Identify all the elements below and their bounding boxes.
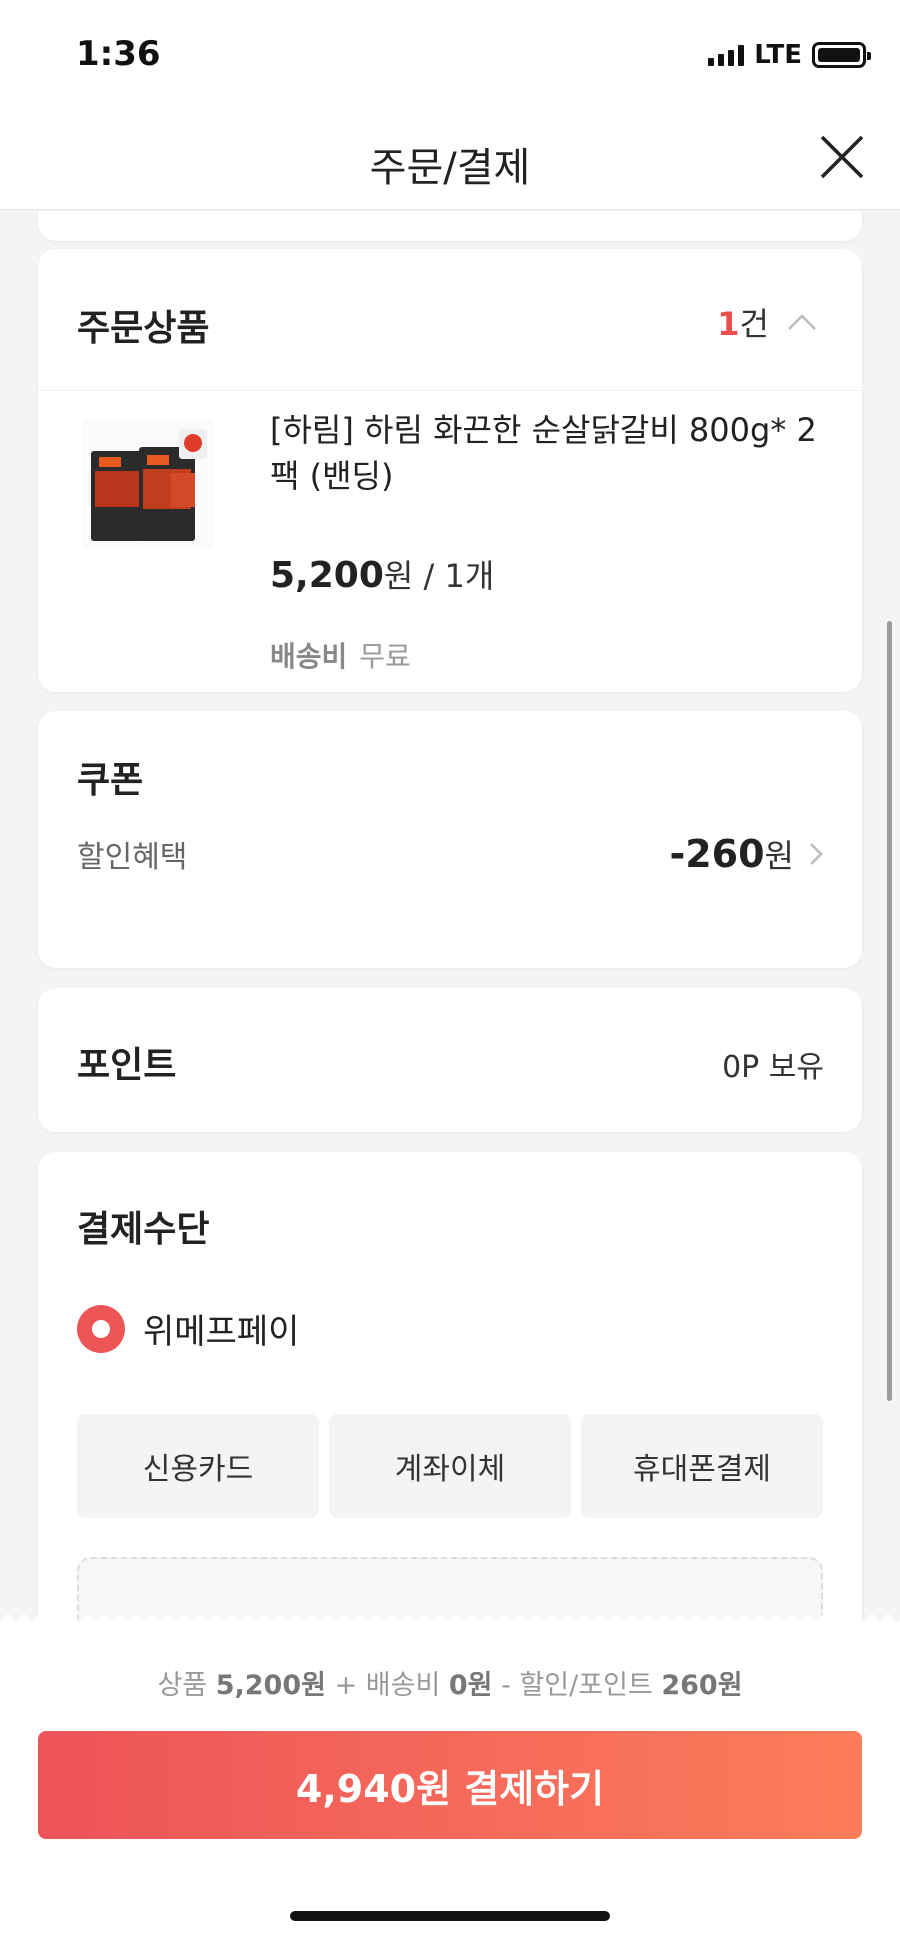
summary-product-label: 상품 [157, 1670, 208, 1701]
coupon-title: 쿠폰 [77, 760, 144, 801]
zigzag-edge [0, 1613, 900, 1623]
coupon-discount-value: -260원 [669, 831, 824, 877]
order-content[interactable]: 주문상품 1건 [하림] 하림 화끈한 순살닭갈비 800g* 2팩 (밴딩) [0, 211, 900, 1621]
order-products-card: 주문상품 1건 [하림] 하림 화끈한 순살닭갈비 800g* 2팩 (밴딩) [38, 249, 862, 692]
status-bar: 1:36 LTE [0, 0, 900, 105]
summary-shipping-label: + 배송비 [334, 1670, 441, 1701]
wemakeprice-pay-label: 위메프페이 [143, 1312, 300, 1352]
coupon-discount-label: 할인혜택 [77, 840, 188, 875]
close-icon [820, 135, 864, 179]
product-name[interactable]: [하림] 하림 화끈한 순살닭갈비 800g* 2팩 (밴딩) [270, 407, 830, 499]
payment-method-card: 결제수단 위메프페이 신용카드 계좌이체 휴대폰결제 [38, 1152, 862, 1621]
page-title: 주문/결제 [369, 145, 531, 191]
payment-method-options: 신용카드 계좌이체 휴대폰결제 [77, 1414, 823, 1518]
pay-button[interactable]: 4,940원 결제하기 [38, 1731, 862, 1839]
bank-transfer-button[interactable]: 계좌이체 [329, 1414, 571, 1518]
divider [38, 390, 862, 391]
shipping-info: 배송비 무료 [270, 635, 411, 675]
order-count-number: 1 [717, 305, 740, 343]
home-indicator [290, 1911, 610, 1921]
status-time: 1:36 [76, 34, 161, 74]
payment-method-title: 결제수단 [77, 1209, 210, 1250]
order-products-title: 주문상품 [77, 308, 210, 349]
coupon-discount-amount: -260 [669, 832, 765, 876]
points-card[interactable]: 포인트 0P 보유 [38, 988, 862, 1132]
checkout-panel: 상품 5,200원 + 배송비 0원 - 할인/포인트 260원 4,940원 … [0, 1613, 900, 1949]
wemakeprice-pay-option[interactable]: 위메프페이 [77, 1304, 299, 1353]
status-indicators: LTE [708, 40, 871, 70]
summary-discount-amount: 260원 [661, 1670, 743, 1701]
credit-card-button[interactable]: 신용카드 [77, 1414, 319, 1518]
order-count-toggle[interactable]: 1건 [717, 299, 817, 345]
network-label: LTE [754, 40, 802, 70]
summary-shipping-amount: 0원 [448, 1670, 493, 1701]
chevron-up-icon [788, 314, 816, 330]
product-quantity: / 1개 [413, 557, 495, 595]
product-price-amount: 5,200 [270, 555, 384, 596]
coupon-discount-unit: 원 [764, 837, 794, 875]
price-summary: 상품 5,200원 + 배송비 0원 - 할인/포인트 260원 [0, 1663, 900, 1702]
points-holding: 0P 보유 [722, 1050, 824, 1085]
product-price-unit: 원 [383, 557, 414, 595]
previous-section-card [38, 211, 862, 241]
coupon-discount-row[interactable]: 할인혜택 -260원 [77, 831, 824, 877]
signal-icon [708, 44, 745, 66]
radio-selected-icon [77, 1304, 125, 1353]
nav-bar: 주문/결제 [0, 105, 900, 210]
battery-icon [812, 42, 871, 68]
summary-product-amount: 5,200원 [215, 1670, 326, 1701]
close-button[interactable] [818, 133, 866, 181]
shipping-value: 무료 [359, 640, 411, 673]
scrollbar[interactable] [887, 621, 892, 1401]
product-price: 5,200원 / 1개 [270, 551, 494, 597]
points-title: 포인트 [77, 1045, 177, 1086]
summary-discount-label: - 할인/포인트 [501, 1670, 653, 1701]
product-package-icon [91, 429, 207, 541]
product-image[interactable] [83, 419, 213, 549]
mobile-payment-button[interactable]: 휴대폰결제 [581, 1414, 823, 1518]
chevron-right-icon [810, 843, 823, 865]
shipping-label: 배송비 [270, 640, 348, 673]
order-count-unit: 건 [739, 305, 769, 343]
coupon-card: 쿠폰 할인혜택 -260원 [38, 711, 862, 968]
